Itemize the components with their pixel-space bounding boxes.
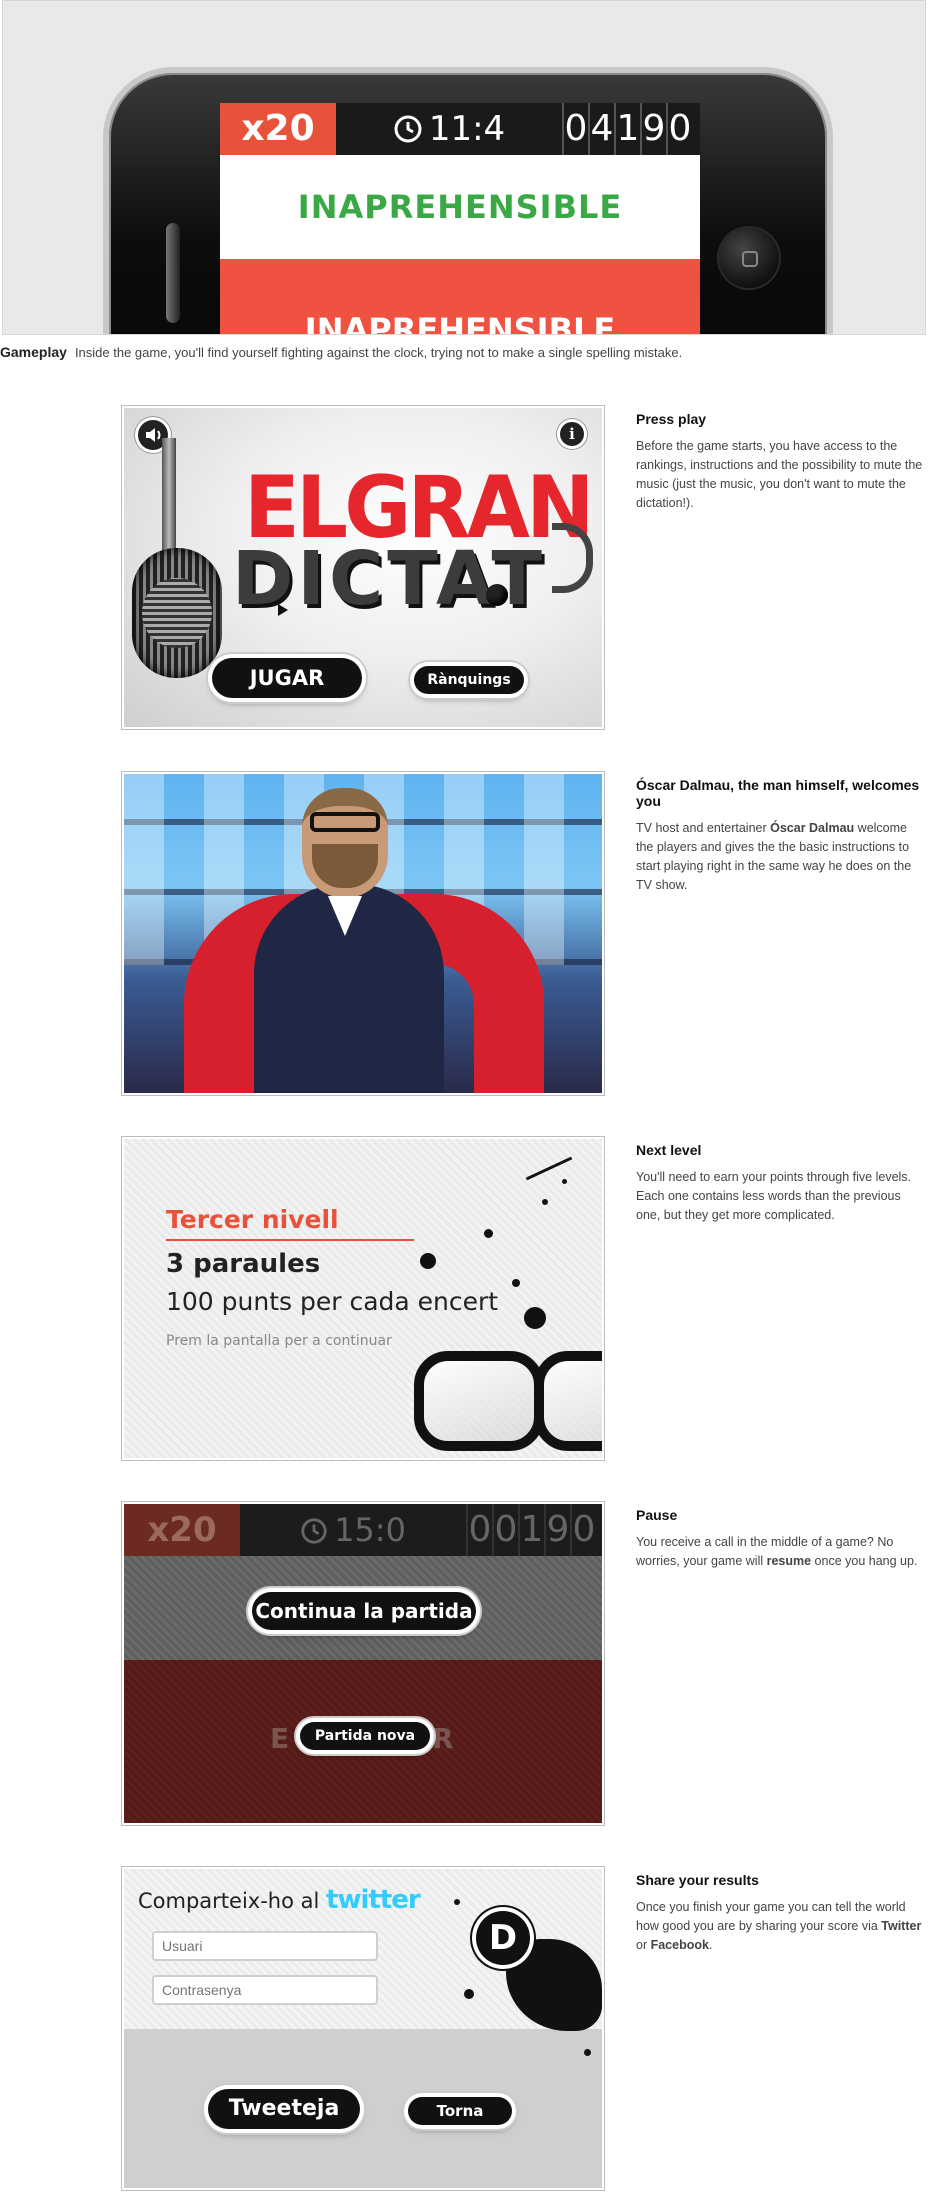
- gameplay-caption: Gameplay Inside the game, you'll find you…: [0, 344, 928, 360]
- caption-title: Gameplay: [0, 344, 67, 360]
- phone-screen: x20 11:4 04190 INAPREHENSIBLE INAPREHENS…: [220, 103, 700, 335]
- multiplier-badge: x20: [124, 1504, 240, 1556]
- level-underline: [166, 1239, 414, 1241]
- level-hint: Prem la pantalla per a continuar: [166, 1333, 392, 1349]
- timer: 11:4: [336, 103, 562, 155]
- score-digit: 0: [666, 103, 692, 155]
- phone-side-button: [166, 223, 180, 323]
- play-button[interactable]: JUGAR: [212, 658, 362, 698]
- host-glasses-icon: [310, 812, 380, 832]
- section-body: You receive a call in the middle of a ga…: [636, 1533, 926, 1571]
- glasses-icon: [414, 1351, 544, 1451]
- rankings-button[interactable]: Rànquings: [414, 666, 524, 694]
- section-title: Press play: [636, 411, 707, 427]
- badge-d-icon: D: [472, 1907, 534, 1969]
- body-bold: Twitter: [881, 1919, 922, 1933]
- next-level-text: Next level You'll need to earn your poin…: [636, 1142, 926, 1225]
- body-text: .: [708, 1938, 713, 1952]
- share-prefix: Comparteix-ho al: [138, 1889, 320, 1913]
- section-body: You'll need to earn your points through …: [636, 1170, 912, 1222]
- score-digit: 9: [544, 1504, 570, 1556]
- twitter-logo: twitter: [326, 1885, 421, 1915]
- section-title: Share your results: [636, 1872, 759, 1888]
- body-bold: resume: [766, 1554, 812, 1568]
- badge-letter: D: [488, 1918, 518, 1958]
- section-body: Before the game starts, you have access …: [636, 439, 923, 510]
- share-title: Comparteix-ho al twitter: [138, 1885, 421, 1915]
- level-words: 3 paraules: [166, 1249, 321, 1279]
- section-title: Pause: [636, 1507, 678, 1523]
- share-text: Share your results Once you finish your …: [636, 1872, 926, 1955]
- body-text: Once you finish your game you can tell t…: [636, 1900, 906, 1933]
- timer-value: 11:4: [428, 109, 506, 149]
- body-text: TV host and entertainer: [636, 821, 771, 835]
- ink-splat: [420, 1253, 436, 1269]
- score-digit: 9: [640, 103, 666, 155]
- home-square-icon: [742, 251, 758, 267]
- score-digit: 1: [614, 103, 640, 155]
- ink-splat: [524, 1307, 546, 1329]
- ink-splat: [562, 1179, 567, 1184]
- score-digit: 4: [588, 103, 614, 155]
- game-hud: x20 11:4 04190: [220, 103, 700, 155]
- body-bold: Óscar Dalmau: [770, 821, 855, 835]
- section-title: Next level: [636, 1142, 702, 1158]
- level-title: Tercer nivell: [166, 1205, 339, 1234]
- faded-word-left: E: [270, 1722, 290, 1755]
- screenshot-share: Comparteix-ho al twitter D Tweeteja Torn…: [121, 1866, 605, 2191]
- username-input[interactable]: [152, 1931, 378, 1961]
- score-digit: 0: [570, 1504, 596, 1556]
- continue-button[interactable]: Continua la partida: [252, 1592, 476, 1630]
- info-icon[interactable]: i: [560, 422, 584, 446]
- back-button[interactable]: Torna: [408, 2097, 512, 2125]
- screenshot-press-play: i ELGRAN DICTAT JUGAR Rànquings: [121, 405, 605, 730]
- section-body: TV host and entertainer Óscar Dalmau wel…: [636, 819, 926, 895]
- clock-icon: [394, 115, 422, 143]
- ink-splat: [542, 1199, 548, 1205]
- faded-word-right: R: [432, 1722, 454, 1755]
- caption-text: Inside the game, you'll find yourself fi…: [74, 345, 683, 360]
- body-bold: Facebook: [650, 1938, 709, 1952]
- tweet-button[interactable]: Tweeteja: [208, 2089, 360, 2129]
- score-counter: 00190: [466, 1504, 602, 1556]
- score-digit: 0: [492, 1504, 518, 1556]
- new-game-button[interactable]: Partida nova: [300, 1722, 430, 1750]
- ink-splat: [484, 1229, 493, 1238]
- correct-word: INAPREHENSIBLE: [220, 155, 700, 259]
- section-title: Óscar Dalmau, the man himself, welcomes …: [636, 777, 920, 809]
- ink-stroke: [525, 1156, 573, 1181]
- body-text: or: [636, 1938, 651, 1952]
- multiplier-badge: x20: [220, 103, 336, 155]
- score-counter: 04190: [562, 103, 700, 155]
- hero-banner: x20 11:4 04190 INAPREHENSIBLE INAPREHENS…: [2, 0, 926, 335]
- ink-splat: [454, 1899, 460, 1905]
- score-digit: 0: [562, 103, 588, 155]
- timer-value: 15:0: [334, 1511, 406, 1549]
- typing-word: INAPREHENSIBLE: [304, 311, 616, 335]
- press-play-text: Press play Before the game starts, you h…: [636, 411, 926, 513]
- level-points: 100 punts per cada encert: [166, 1287, 499, 1316]
- screenshot-next-level: Tercer nivell 3 paraules 100 punts per c…: [121, 1136, 605, 1461]
- ink-splat: [512, 1279, 520, 1287]
- glasses-icon: [534, 1351, 602, 1451]
- password-input[interactable]: [152, 1975, 378, 2005]
- phone-frame: x20 11:4 04190 INAPREHENSIBLE INAPREHENS…: [103, 67, 833, 335]
- section-body: Once you finish your game you can tell t…: [636, 1898, 926, 1955]
- screenshot-pause: x20 15:0 00190 E R Continua la partida P…: [121, 1501, 605, 1826]
- oscar-text: Óscar Dalmau, the man himself, welcomes …: [636, 777, 926, 895]
- bowtie-icon: [278, 604, 288, 616]
- ink-splat: [584, 2049, 591, 2056]
- pause-text: Pause You receive a call in the middle o…: [636, 1507, 926, 1571]
- timer: 15:0: [240, 1504, 466, 1556]
- screenshot-oscar-dalmau: [121, 771, 605, 1096]
- accent-ball-icon: [486, 584, 508, 606]
- home-button-icon: [719, 228, 779, 288]
- typing-word-area: INAPREHENSIBLE: [220, 259, 700, 335]
- clock-icon: [301, 1518, 327, 1544]
- score-digit: 0: [466, 1504, 492, 1556]
- game-hud-dimmed: x20 15:0 00190: [124, 1504, 602, 1556]
- ink-splat: [464, 1989, 474, 1999]
- body-text: once you hang up.: [811, 1554, 918, 1568]
- score-digit: 1: [518, 1504, 544, 1556]
